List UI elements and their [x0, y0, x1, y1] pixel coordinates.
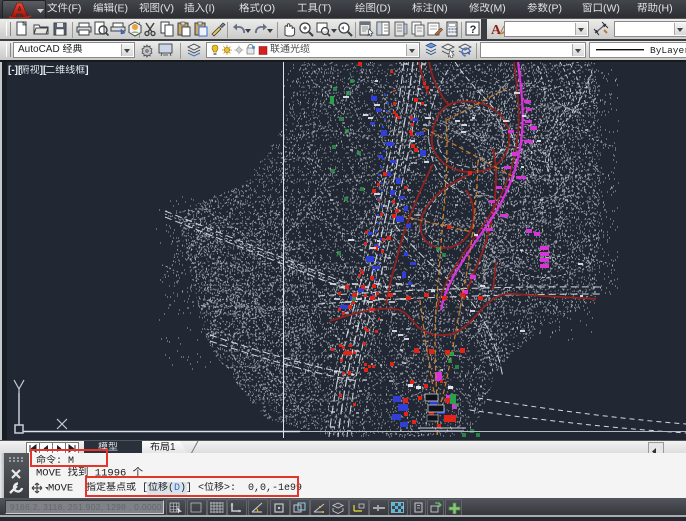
svg-text:(M): (M)	[490, 3, 506, 14]
svg-text:(N): (N)	[433, 3, 448, 14]
svg-text:]: ]	[85, 65, 88, 76]
svg-text:(W): (W)	[603, 3, 620, 14]
svg-text:1: 1	[170, 442, 176, 453]
svg-text:MOVE: MOVE	[48, 482, 73, 494]
svg-text:(T): (T)	[318, 3, 331, 14]
svg-text:(E): (E)	[114, 3, 128, 14]
svg-text:(D): (D)	[376, 3, 391, 14]
svg-text:][: ][	[40, 65, 47, 76]
svg-text:(P): (P)	[548, 3, 562, 14]
svg-text:(V): (V)	[160, 3, 174, 14]
svg-text:(F): (F)	[68, 3, 81, 14]
svg-text:[-][: [-][	[8, 65, 22, 76]
svg-text:(O): (O)	[260, 3, 275, 14]
svg-text:(I): (I)	[205, 3, 215, 14]
svg-text:?: ?	[470, 24, 477, 36]
svg-text:(H): (H)	[658, 3, 673, 14]
svg-text:MOVE: MOVE	[36, 467, 68, 479]
svg-text:AutoCAD: AutoCAD	[18, 44, 62, 55]
svg-text:A: A	[491, 23, 502, 37]
